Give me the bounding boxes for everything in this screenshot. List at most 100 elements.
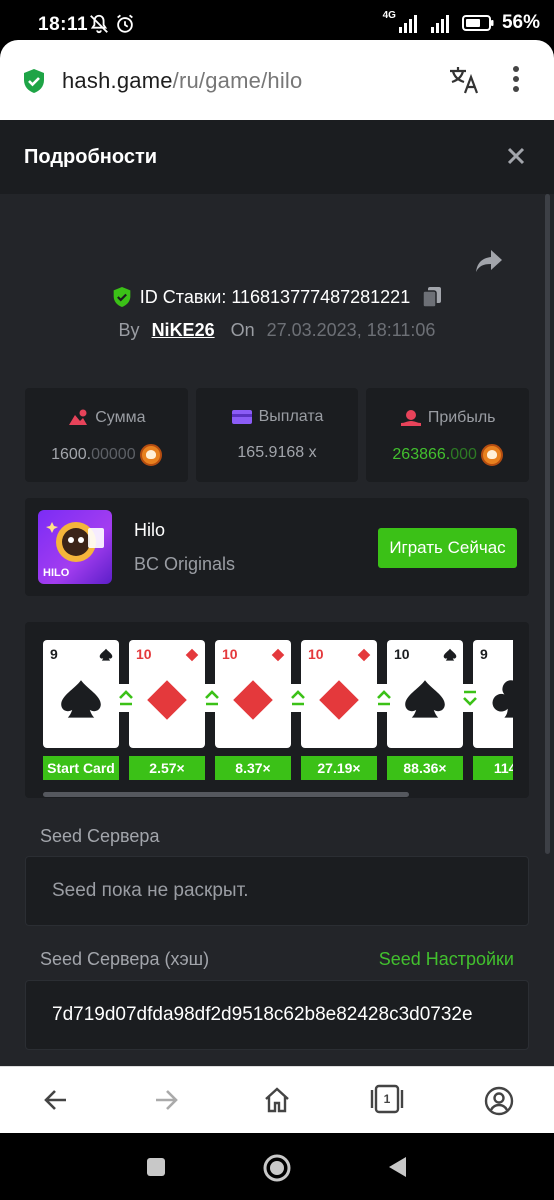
card-rank: 10	[394, 646, 410, 662]
playing-card: 10	[129, 640, 205, 748]
modal-title: Подробности	[24, 146, 158, 168]
card-multiplier: 2.57×	[129, 756, 205, 780]
bet-id-row: ID Ставки: 116813777487281221	[0, 286, 554, 308]
higher-arrow-icon	[113, 684, 139, 712]
spade-suit-icon	[99, 648, 113, 661]
playing-card: 10	[301, 640, 377, 748]
spade-suit-icon	[61, 680, 101, 718]
card-multiplier: 8.37×	[215, 756, 291, 780]
card-rank: 10	[222, 646, 238, 662]
card-multiplier: 27.19×	[301, 756, 377, 780]
tab-count: 1	[383, 1092, 391, 1106]
lower-arrow-icon	[457, 684, 483, 712]
higher-arrow-icon	[199, 684, 225, 712]
bell-off-icon	[90, 14, 108, 34]
stat-payout-label: Выплата	[258, 408, 324, 425]
game-card: HILO Hilo BC Originals Играть Сейчас	[25, 498, 529, 596]
spade-suit-icon	[443, 648, 457, 661]
stat-profit: Прибыль 263866. 000	[366, 388, 530, 482]
shield-check-icon	[24, 69, 44, 93]
profit-icon	[400, 410, 421, 426]
bet-stats: Сумма 1600. 00000 Выплата 165.9168 x При…	[25, 388, 530, 482]
shib-coin-icon	[480, 444, 503, 466]
playing-card: 10	[215, 640, 291, 748]
diamond-suit-icon	[357, 648, 371, 662]
bet-id-label: ID Ставки:	[139, 286, 227, 307]
battery-icon	[461, 15, 494, 31]
battery-level: 56%	[501, 12, 540, 33]
card-rank: 10	[308, 646, 324, 662]
stat-payout-value: 165.9168 x	[237, 444, 317, 461]
back-icon[interactable]	[42, 1086, 70, 1114]
forward-icon[interactable]	[152, 1086, 180, 1114]
recents-icon[interactable]	[146, 1157, 166, 1177]
bet-amount-icon	[69, 409, 88, 425]
stat-amount-decimals: 00000	[91, 446, 136, 463]
bet-details-modal: Подробности ID Ставки: 11681377748728122…	[0, 120, 554, 1066]
network-type: 4G	[382, 9, 396, 21]
shield-check-icon	[113, 287, 131, 307]
stat-profit-label: Прибыль	[427, 409, 496, 426]
close-icon[interactable]	[506, 146, 526, 166]
stat-amount: Сумма 1600. 00000	[25, 388, 188, 482]
account-icon[interactable]	[484, 1086, 514, 1116]
club-suit-icon	[492, 680, 513, 718]
bet-date: 27.03.2023, 18:11:06	[266, 320, 436, 340]
higher-arrow-icon	[285, 684, 311, 712]
diamond-suit-icon	[271, 648, 285, 662]
server-seed-label: Seed Сервера	[40, 826, 160, 846]
card-rank: 9	[480, 646, 488, 662]
url-text[interactable]: hash.game/ru/game/hilo	[62, 68, 302, 94]
diamond-suit-icon	[233, 680, 273, 720]
username-link[interactable]: NiKE26	[152, 320, 215, 341]
share-icon[interactable]	[474, 248, 504, 274]
more-vert-icon[interactable]	[512, 66, 520, 92]
wallet-icon	[231, 410, 252, 424]
card-multiplier: 88.36×	[387, 756, 463, 780]
cards-track[interactable]: 9 Start Card 10 2.57× 10 8.37× 10 27.19× 10 88.36…	[43, 640, 513, 780]
by-label: By	[118, 320, 140, 340]
home-button-icon[interactable]	[262, 1153, 292, 1183]
signal-icon	[430, 15, 449, 33]
server-seed-hash-field[interactable]: 7d719d07dfda98df2d9518c62b8e82428c3d0732…	[25, 980, 529, 1050]
diamond-suit-icon	[319, 680, 359, 720]
server-seed-field: Seed пока не раскрыт.	[25, 856, 529, 926]
translate-icon[interactable]	[447, 64, 481, 96]
home-icon[interactable]	[262, 1086, 292, 1114]
shib-coin-icon	[139, 444, 162, 466]
tabs-icon[interactable]: 1	[370, 1084, 404, 1114]
stat-profit-decimals: 000	[450, 446, 477, 463]
stat-amount-value: 1600.	[51, 446, 92, 463]
game-provider: BC Originals	[134, 554, 236, 574]
card-multiplier: Start Card	[43, 756, 119, 780]
system-nav-bar	[0, 1133, 554, 1200]
browser-bottom-bar: 1	[0, 1066, 554, 1133]
copy-icon[interactable]	[422, 286, 442, 308]
game-name: Hilo	[134, 520, 166, 540]
back-nav-icon[interactable]	[386, 1155, 408, 1179]
status-icons: 4G 56%	[382, 9, 540, 34]
stat-payout: Выплата 165.9168 x	[195, 388, 359, 482]
on-label: On	[230, 320, 255, 340]
diamond-suit-icon	[147, 680, 187, 720]
modal-header: Подробности	[0, 120, 554, 194]
play-now-button[interactable]: Играть Сейчас	[378, 528, 517, 568]
card-rank: 10	[136, 646, 152, 662]
clock: 18:11	[38, 14, 89, 35]
bet-author-row: By NiKE26 On 27.03.2023, 18:11:06	[0, 320, 554, 341]
cards-history: 9 Start Card 10 2.57× 10 8.37× 10 27.19× 10 88.36…	[25, 622, 529, 798]
signal-icon	[398, 15, 417, 33]
card-rank: 9	[50, 646, 58, 662]
stat-amount-label: Сумма	[95, 409, 146, 426]
alarm-icon	[117, 14, 133, 33]
game-thumbnail[interactable]: HILO	[38, 510, 112, 584]
playing-card: 9	[43, 640, 119, 748]
server-seed-hash-label: Seed Сервера (хэш)	[40, 949, 210, 969]
playing-card: 10	[387, 640, 463, 748]
game-thumb-label: HILO	[43, 567, 70, 579]
horizontal-scrollbar[interactable]	[43, 792, 409, 797]
url-path: /ru/game/hilo	[172, 68, 303, 93]
seed-settings-link[interactable]: Seed Настройки	[379, 949, 514, 970]
spade-suit-icon	[405, 680, 445, 718]
address-bar[interactable]: hash.game/ru/game/hilo	[0, 40, 554, 120]
